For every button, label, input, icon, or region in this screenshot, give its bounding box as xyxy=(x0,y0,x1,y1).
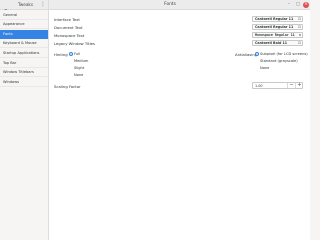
font-picker-icon: ⊡ xyxy=(298,25,301,29)
tweaks-window: Tweaks ⋮ Fonts – □ × General Appearance … xyxy=(0,0,310,240)
antialiasing-subpixel-radio[interactable] xyxy=(255,52,259,56)
interface-text-label: Interface Text xyxy=(54,17,80,22)
document-font-button[interactable]: Cantarell Regular 11 ⊡ xyxy=(252,24,303,30)
antialiasing-subpixel-label[interactable]: Subpixel (for LCD screens) xyxy=(260,52,308,56)
legacy-font-button[interactable]: Cantarell Bold 11 ⊡ xyxy=(252,40,303,46)
legacy-font-value: Cantarell Bold 11 xyxy=(255,41,288,45)
interface-font-button[interactable]: Cantarell Regular 11 ⊡ xyxy=(252,16,303,22)
scaling-factor-value[interactable]: 1.00 xyxy=(255,84,263,88)
document-font-value: Cantarell Regular 11 xyxy=(255,25,294,29)
app-title: Tweaks xyxy=(18,2,34,7)
menu-icon[interactable]: ⋮ xyxy=(40,1,46,9)
font-picker-icon: ⊡ xyxy=(298,33,301,37)
antialiasing-label: Antialiasing xyxy=(235,52,258,57)
hinting-slight-label[interactable]: Slight xyxy=(74,66,84,70)
sidebar-item-windows[interactable]: Windows xyxy=(0,78,48,87)
scaling-factor-stepper[interactable]: 1.00 − + xyxy=(252,82,303,89)
sidebar-item-startup-applications[interactable]: Startup Applications xyxy=(0,49,48,58)
font-picker-icon: ⊡ xyxy=(298,41,301,45)
monospace-text-label: Monospace Text xyxy=(54,33,85,38)
antialiasing-standard-label[interactable]: Standard (grayscale) xyxy=(260,59,298,63)
hinting-medium-label[interactable]: Medium xyxy=(74,59,88,63)
decrease-button[interactable]: − xyxy=(287,83,295,88)
sidebar-item-general[interactable]: General xyxy=(0,11,48,20)
font-picker-icon: ⊡ xyxy=(298,17,301,21)
sidebar-item-appearance[interactable]: Appearance xyxy=(0,20,48,29)
search-icon[interactable] xyxy=(3,1,10,16)
minimize-icon[interactable]: – xyxy=(286,2,292,8)
hinting-full-label[interactable]: Full xyxy=(74,52,80,56)
hinting-none-label[interactable]: None xyxy=(74,73,83,77)
hinting-label: Hinting xyxy=(54,52,68,57)
legacy-window-titles-label: Legacy Window Titles xyxy=(54,41,95,46)
window-title: Fonts xyxy=(164,2,176,7)
maximize-icon[interactable]: □ xyxy=(295,2,301,8)
sidebar-item-top-bar[interactable]: Top Bar xyxy=(0,59,48,68)
sidebar-item-window-titlebars[interactable]: Window Titlebars xyxy=(0,68,48,77)
monospace-font-button[interactable]: Monospace Regular 11 ⊡ xyxy=(252,32,303,38)
monospace-font-value: Monospace Regular 11 xyxy=(255,33,295,37)
interface-font-value: Cantarell Regular 11 xyxy=(255,17,294,21)
header-bar-left: Tweaks ⋮ xyxy=(0,0,49,16)
header-bar: Tweaks ⋮ Fonts – □ × xyxy=(0,0,310,16)
sidebar-item-fonts[interactable]: Fonts xyxy=(0,30,48,39)
fonts-panel: Interface Text Cantarell Regular 11 ⊡ Do… xyxy=(49,10,310,240)
increase-button[interactable]: + xyxy=(295,83,303,88)
sidebar-item-keyboard-mouse[interactable]: Keyboard & Mouse xyxy=(0,39,48,48)
sidebar: General Appearance Fonts Keyboard & Mous… xyxy=(0,10,49,240)
antialiasing-none-label[interactable]: None xyxy=(260,66,269,70)
scaling-factor-label: Scaling Factor xyxy=(54,84,81,89)
hinting-full-radio[interactable] xyxy=(69,52,73,56)
document-text-label: Document Text xyxy=(54,25,83,30)
close-icon[interactable]: × xyxy=(303,2,309,8)
